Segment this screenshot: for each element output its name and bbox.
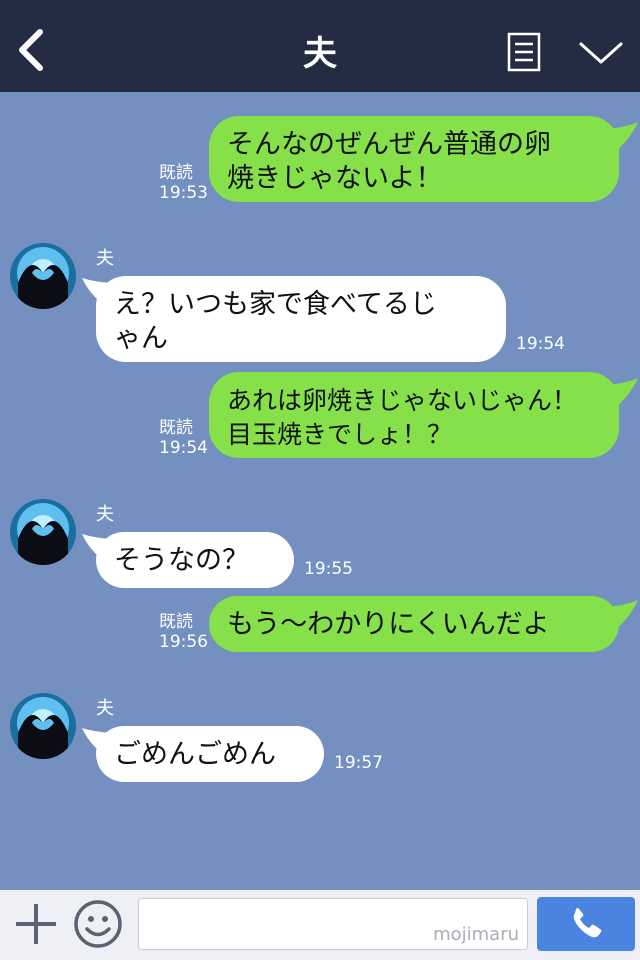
emoji-icon[interactable] xyxy=(72,898,124,950)
read-status: 既読 xyxy=(159,163,193,183)
avatar[interactable] xyxy=(10,693,76,759)
message-bubble-outgoing[interactable]: そんなのぜんぜん普通の卵 焼きじゃないよ！ xyxy=(209,116,619,202)
message-line: もう〜わかりにくいんだよ xyxy=(227,609,550,640)
plus-icon[interactable] xyxy=(14,900,58,948)
message-bubble-outgoing[interactable]: もう〜わかりにくいんだよ xyxy=(209,596,619,652)
read-status: 既読 xyxy=(159,418,193,438)
message-line: そんなのぜんぜん普通の卵 xyxy=(227,129,551,160)
message-line: 目玉焼きでしょ！？ xyxy=(227,420,453,449)
chat-header: 夫 xyxy=(0,0,640,92)
phone-icon xyxy=(573,908,602,938)
message-bubble-incoming[interactable]: ごめんごめん xyxy=(96,726,324,782)
sender-name: 夫 xyxy=(96,248,114,269)
message-time: 19:57 xyxy=(334,753,383,773)
chevron-down-icon[interactable] xyxy=(578,38,624,68)
message-bubble-outgoing[interactable]: あれは卵焼きじゃないじゃん！ 目玉焼きでしょ！？ xyxy=(209,372,619,458)
message-line: え？いつも家で食べてるじ xyxy=(114,289,437,320)
sender-name: 夫 xyxy=(96,698,114,719)
message-time: 19:55 xyxy=(304,559,353,579)
message-line: そうなの？ xyxy=(114,545,249,576)
message-time: 19:54 xyxy=(516,334,565,354)
message-bubble-incoming[interactable]: え？いつも家で食べてるじ ゃん xyxy=(96,276,506,362)
sender-name: 夫 xyxy=(96,504,114,525)
memo-icon[interactable] xyxy=(507,32,541,72)
message-input[interactable]: mojimaru xyxy=(138,898,528,950)
message-time: 19:53 xyxy=(159,183,208,203)
message-line: ゃん xyxy=(114,323,168,354)
read-status: 既読 xyxy=(159,612,193,632)
message-bubble-incoming[interactable]: そうなの？ xyxy=(96,532,294,588)
avatar[interactable] xyxy=(10,243,76,309)
watermark: mojimaru xyxy=(433,924,519,945)
message-time: 19:56 xyxy=(159,632,208,652)
call-button[interactable] xyxy=(537,897,635,951)
message-line: 焼きじゃないよ！ xyxy=(227,163,443,194)
chat-title: 夫 xyxy=(303,34,337,74)
message-time: 19:54 xyxy=(159,438,208,458)
chat-area[interactable]: そんなのぜんぜん普通の卵 焼きじゃないよ！ 既読 19:53 夫 え？いつも家で… xyxy=(0,92,640,890)
message-line: ごめんごめん xyxy=(114,739,276,770)
message-line: あれは卵焼きじゃないじゃん！ xyxy=(227,386,578,415)
avatar[interactable] xyxy=(10,499,76,565)
